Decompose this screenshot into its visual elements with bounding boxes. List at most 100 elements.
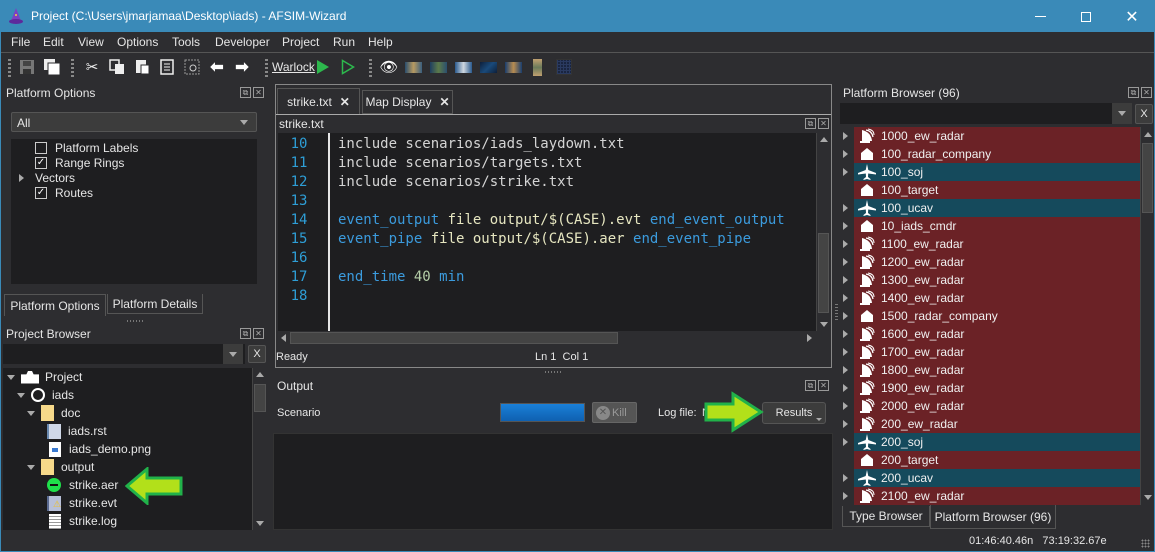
expand-arrow-icon[interactable] — [843, 438, 848, 446]
collapse-arrow-icon[interactable] — [27, 410, 35, 416]
menu-help[interactable]: Help — [368, 35, 393, 49]
platform-item[interactable]: 200_ew_radar — [843, 415, 1140, 433]
scroll-up-icon[interactable] — [256, 372, 264, 377]
platform-item[interactable]: 200_soj — [843, 433, 1140, 451]
platform-item[interactable]: 1500_radar_company — [843, 307, 1140, 325]
map-layer-5-button[interactable] — [505, 58, 522, 76]
map-layer-1-button[interactable] — [405, 58, 422, 76]
output-log-area[interactable] — [273, 433, 833, 530]
maximize-button[interactable] — [1063, 1, 1109, 32]
scrollbar-thumb[interactable] — [290, 332, 618, 344]
platform-item[interactable]: 2000_ew_radar — [843, 397, 1140, 415]
checkbox-checked-icon[interactable]: ✓ — [35, 157, 47, 169]
platform-item[interactable]: 100_ucav — [843, 199, 1140, 217]
run-outline-button[interactable] — [340, 58, 356, 76]
float-icon[interactable]: ⧉ — [805, 118, 816, 129]
expand-arrow-icon[interactable] — [843, 348, 848, 356]
expand-arrow-icon[interactable] — [843, 420, 848, 428]
menu-file[interactable]: File — [11, 35, 30, 49]
platform-filter-dropdown[interactable] — [1112, 103, 1132, 124]
scrollbar-thumb[interactable] — [1142, 143, 1153, 213]
tab-map-display[interactable]: Map Display ✕ — [362, 90, 453, 114]
splitter-handle[interactable] — [835, 304, 838, 322]
platform-item[interactable]: 10_iads_cmdr — [843, 217, 1140, 235]
menu-edit[interactable]: Edit — [43, 35, 64, 49]
tab-platform-browser[interactable]: Platform Browser (96) — [930, 505, 1056, 529]
collapse-arrow-icon[interactable] — [17, 392, 25, 398]
platform-item[interactable]: 100_soj — [843, 163, 1140, 181]
tree-item-doc[interactable]: doc — [27, 404, 80, 422]
float-icon[interactable]: ⧉ — [1128, 87, 1139, 98]
expand-arrow-icon[interactable] — [843, 168, 848, 176]
float-icon[interactable]: ⧉ — [240, 328, 251, 339]
kill-button[interactable]: ✕ Kill — [592, 402, 637, 423]
scroll-up-icon[interactable] — [820, 137, 828, 142]
tab-type-browser[interactable]: Type Browser — [842, 506, 930, 527]
tree-item-iads-rst[interactable]: iads.rst — [47, 422, 107, 440]
platform-item[interactable]: 2100_ew_radar — [843, 487, 1140, 505]
project-filter-clear-button[interactable]: X — [248, 345, 266, 363]
editor-hscrollbar[interactable] — [278, 331, 816, 345]
expand-arrow-icon[interactable] — [19, 174, 24, 182]
toolbar-grip[interactable] — [8, 59, 11, 77]
minimize-button[interactable] — [1017, 1, 1063, 32]
platform-item[interactable]: 200_target — [854, 451, 1140, 469]
menu-view[interactable]: View — [78, 35, 104, 49]
platform-item[interactable]: 1700_ew_radar — [843, 343, 1140, 361]
map-layer-6-button[interactable] — [532, 58, 542, 76]
platform-item[interactable]: 1800_ew_radar — [843, 361, 1140, 379]
splitter-handle[interactable] — [545, 371, 563, 373]
scroll-down-icon[interactable] — [256, 521, 264, 526]
results-button[interactable]: Results — [762, 402, 826, 424]
scroll-up-icon[interactable] — [1144, 132, 1152, 137]
close-tab-icon[interactable]: ✕ — [340, 95, 350, 109]
toolbar-grip[interactable] — [369, 59, 372, 77]
platform-item[interactable]: 1200_ew_radar — [843, 253, 1140, 271]
platform-item[interactable]: 100_radar_company — [843, 145, 1140, 163]
tab-strike-txt[interactable]: strike.txt ✕ — [277, 88, 360, 114]
copy-button[interactable] — [108, 58, 126, 76]
expand-arrow-icon[interactable] — [843, 366, 848, 374]
editor-vscrollbar[interactable] — [816, 133, 830, 331]
map-layer-4-button[interactable] — [480, 58, 497, 76]
scroll-down-icon[interactable] — [820, 322, 828, 327]
run-button[interactable] — [315, 58, 331, 76]
back-button[interactable]: ⬅ — [208, 58, 226, 76]
project-filter-dropdown[interactable] — [223, 344, 243, 364]
expand-arrow-icon[interactable] — [843, 294, 848, 302]
expand-arrow-icon[interactable] — [843, 330, 848, 338]
save-button[interactable] — [18, 58, 36, 76]
scroll-left-icon[interactable] — [281, 334, 286, 342]
cut-button[interactable]: ✂ — [83, 58, 101, 76]
grid-button[interactable] — [555, 58, 572, 76]
expand-arrow-icon[interactable] — [843, 222, 848, 230]
close-icon[interactable]: ✕ — [253, 328, 264, 339]
tree-item-strike-evt[interactable]: ⚠ strike.evt — [47, 494, 117, 512]
platform-item[interactable]: 200_ucav — [843, 469, 1140, 487]
expand-arrow-icon[interactable] — [843, 384, 848, 392]
tree-item-iads[interactable]: iads — [17, 386, 74, 404]
visibility-button[interactable]: 👁 — [379, 58, 399, 76]
expand-arrow-icon[interactable] — [843, 258, 848, 266]
expand-arrow-icon[interactable] — [843, 492, 848, 500]
expand-arrow-icon[interactable] — [843, 474, 848, 482]
platform-filter-input[interactable] — [840, 103, 1130, 124]
menu-project[interactable]: Project — [282, 35, 319, 49]
platform-list-scrollbar[interactable] — [1140, 127, 1154, 505]
platform-item[interactable]: 1100_ew_radar — [843, 235, 1140, 253]
close-icon[interactable]: ✕ — [818, 118, 829, 129]
scroll-down-icon[interactable] — [1144, 495, 1152, 500]
menu-developer[interactable]: Developer — [215, 35, 270, 49]
expand-arrow-icon[interactable] — [843, 276, 848, 284]
find-replace-button[interactable] — [183, 58, 201, 76]
platform-item[interactable]: 1600_ew_radar — [843, 325, 1140, 343]
scrollbar-thumb[interactable] — [254, 384, 266, 412]
collapse-arrow-icon[interactable] — [7, 374, 15, 380]
menu-options[interactable]: Options — [117, 35, 158, 49]
checkbox-checked-icon[interactable]: ✓ — [35, 187, 47, 199]
code-editor[interactable]: 10 include scenarios/iads_laydown.txt 11 in… — [278, 133, 818, 331]
tree-item-strike-log[interactable]: strike.log — [49, 512, 117, 530]
save-all-button[interactable] — [43, 58, 61, 76]
expand-arrow-icon[interactable] — [843, 402, 848, 410]
close-button[interactable]: ✕ — [1109, 1, 1155, 32]
